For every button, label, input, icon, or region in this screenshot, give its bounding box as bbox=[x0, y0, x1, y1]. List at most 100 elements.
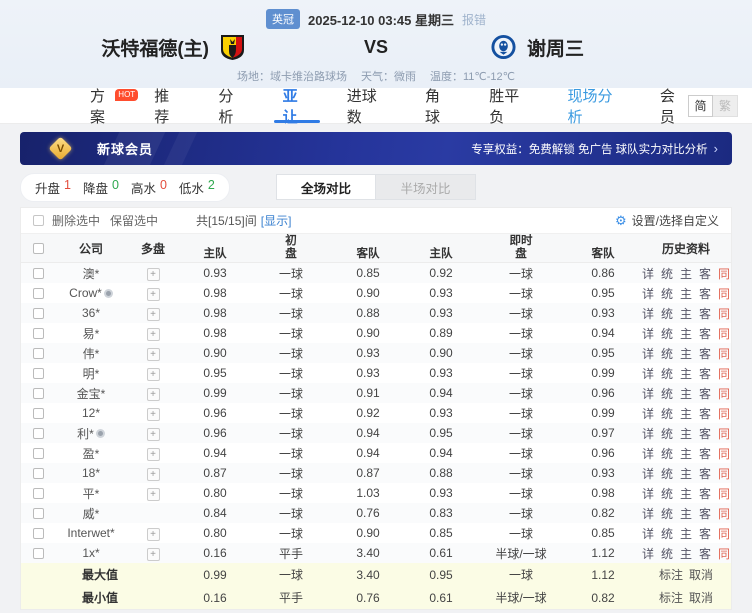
summary-action-标注[interactable]: 标注 bbox=[659, 589, 683, 606]
expand-multi-odds-button[interactable]: + bbox=[147, 468, 160, 481]
history-link-详[interactable]: 详 bbox=[642, 325, 654, 342]
history-link-统[interactable]: 统 bbox=[661, 325, 673, 342]
history-link-同[interactable]: 同 bbox=[718, 545, 730, 562]
history-link-主[interactable]: 主 bbox=[680, 365, 692, 382]
expand-multi-odds-button[interactable]: + bbox=[147, 268, 160, 281]
company-name[interactable]: 澳* bbox=[55, 265, 127, 282]
history-link-客[interactable]: 客 bbox=[699, 365, 711, 382]
history-link-统[interactable]: 统 bbox=[661, 545, 673, 562]
row-checkbox[interactable] bbox=[33, 308, 44, 319]
history-link-同[interactable]: 同 bbox=[718, 385, 730, 402]
row-checkbox[interactable] bbox=[33, 548, 44, 559]
history-link-客[interactable]: 客 bbox=[699, 505, 711, 522]
history-link-客[interactable]: 客 bbox=[699, 385, 711, 402]
history-link-主[interactable]: 主 bbox=[680, 285, 692, 302]
history-link-详[interactable]: 详 bbox=[642, 525, 654, 542]
tab-亚让[interactable]: 亚让 bbox=[283, 88, 311, 123]
company-name[interactable]: 盈* bbox=[55, 445, 127, 462]
history-link-同[interactable]: 同 bbox=[718, 265, 730, 282]
vip-member-banner[interactable]: V 新球会员 专享权益：免费解锁 免广告 球队实力对比分析 › bbox=[20, 132, 732, 165]
row-checkbox[interactable] bbox=[33, 508, 44, 519]
history-link-详[interactable]: 详 bbox=[642, 265, 654, 282]
history-link-详[interactable]: 详 bbox=[642, 405, 654, 422]
company-name[interactable]: 威* bbox=[55, 505, 127, 522]
expand-multi-odds-button[interactable]: + bbox=[147, 408, 160, 421]
history-link-统[interactable]: 统 bbox=[661, 525, 673, 542]
history-link-主[interactable]: 主 bbox=[680, 425, 692, 442]
history-link-统[interactable]: 统 bbox=[661, 445, 673, 462]
history-link-主[interactable]: 主 bbox=[680, 405, 692, 422]
history-link-详[interactable]: 详 bbox=[642, 285, 654, 302]
history-link-统[interactable]: 统 bbox=[661, 425, 673, 442]
history-link-客[interactable]: 客 bbox=[699, 485, 711, 502]
history-link-主[interactable]: 主 bbox=[680, 305, 692, 322]
history-link-同[interactable]: 同 bbox=[718, 425, 730, 442]
history-link-主[interactable]: 主 bbox=[680, 505, 692, 522]
history-link-统[interactable]: 统 bbox=[661, 465, 673, 482]
history-link-同[interactable]: 同 bbox=[718, 505, 730, 522]
tab-分析[interactable]: 分析 bbox=[218, 88, 246, 123]
history-link-同[interactable]: 同 bbox=[718, 525, 730, 542]
row-checkbox[interactable] bbox=[33, 448, 44, 459]
history-link-详[interactable]: 详 bbox=[642, 465, 654, 482]
history-link-统[interactable]: 统 bbox=[661, 285, 673, 302]
tab-现场分析[interactable]: 现场分析 bbox=[567, 88, 623, 123]
tab-方案[interactable]: 方案HOT bbox=[90, 88, 118, 123]
history-link-同[interactable]: 同 bbox=[718, 445, 730, 462]
history-link-客[interactable]: 客 bbox=[699, 285, 711, 302]
settings-customize-link[interactable]: 设置/选择自定义 bbox=[632, 212, 719, 229]
row-checkbox[interactable] bbox=[33, 288, 44, 299]
history-link-主[interactable]: 主 bbox=[680, 265, 692, 282]
tab-进球数[interactable]: 进球数 bbox=[347, 88, 389, 123]
show-link[interactable]: [显示] bbox=[261, 212, 292, 229]
summary-action-取消[interactable]: 取消 bbox=[689, 566, 713, 583]
row-checkbox[interactable] bbox=[33, 388, 44, 399]
history-link-同[interactable]: 同 bbox=[718, 485, 730, 502]
history-link-统[interactable]: 统 bbox=[661, 345, 673, 362]
company-name[interactable]: 利* bbox=[55, 425, 127, 442]
history-link-详[interactable]: 详 bbox=[642, 545, 654, 562]
history-link-统[interactable]: 统 bbox=[661, 385, 673, 402]
header-checkbox[interactable] bbox=[33, 243, 44, 254]
tab-角球[interactable]: 角球 bbox=[425, 88, 453, 123]
row-checkbox[interactable] bbox=[33, 468, 44, 479]
company-name[interactable]: 易* bbox=[55, 325, 127, 342]
history-link-主[interactable]: 主 bbox=[680, 445, 692, 462]
company-name[interactable]: 1x* bbox=[55, 546, 127, 560]
history-link-主[interactable]: 主 bbox=[680, 385, 692, 402]
history-link-客[interactable]: 客 bbox=[699, 405, 711, 422]
history-link-统[interactable]: 统 bbox=[661, 485, 673, 502]
row-checkbox[interactable] bbox=[33, 268, 44, 279]
tab-会员[interactable]: 会员 bbox=[660, 88, 688, 123]
full-match-compare-tab[interactable]: 全场对比 bbox=[276, 174, 376, 200]
expand-multi-odds-button[interactable]: + bbox=[147, 548, 160, 561]
expand-multi-odds-button[interactable]: + bbox=[147, 388, 160, 401]
expand-multi-odds-button[interactable]: + bbox=[147, 288, 160, 301]
history-link-主[interactable]: 主 bbox=[680, 545, 692, 562]
history-link-同[interactable]: 同 bbox=[718, 325, 730, 342]
history-link-客[interactable]: 客 bbox=[699, 465, 711, 482]
history-link-统[interactable]: 统 bbox=[661, 305, 673, 322]
lang-simplified-button[interactable]: 简 bbox=[688, 95, 713, 117]
history-link-详[interactable]: 详 bbox=[642, 505, 654, 522]
expand-multi-odds-button[interactable]: + bbox=[147, 368, 160, 381]
history-link-详[interactable]: 详 bbox=[642, 305, 654, 322]
history-link-统[interactable]: 统 bbox=[661, 265, 673, 282]
history-link-详[interactable]: 详 bbox=[642, 445, 654, 462]
company-name[interactable]: Interwet* bbox=[55, 526, 127, 540]
company-name[interactable]: 伟* bbox=[55, 345, 127, 362]
company-name[interactable]: 金宝* bbox=[55, 385, 127, 402]
history-link-详[interactable]: 详 bbox=[642, 365, 654, 382]
history-link-主[interactable]: 主 bbox=[680, 485, 692, 502]
history-link-同[interactable]: 同 bbox=[718, 465, 730, 482]
row-checkbox[interactable] bbox=[33, 528, 44, 539]
history-link-客[interactable]: 客 bbox=[699, 345, 711, 362]
row-checkbox[interactable] bbox=[33, 488, 44, 499]
lang-traditional-button[interactable]: 繁 bbox=[713, 95, 738, 117]
history-link-统[interactable]: 统 bbox=[661, 405, 673, 422]
history-link-客[interactable]: 客 bbox=[699, 265, 711, 282]
history-link-同[interactable]: 同 bbox=[718, 305, 730, 322]
history-link-客[interactable]: 客 bbox=[699, 425, 711, 442]
history-link-统[interactable]: 统 bbox=[661, 505, 673, 522]
company-name[interactable]: 平* bbox=[55, 485, 127, 502]
